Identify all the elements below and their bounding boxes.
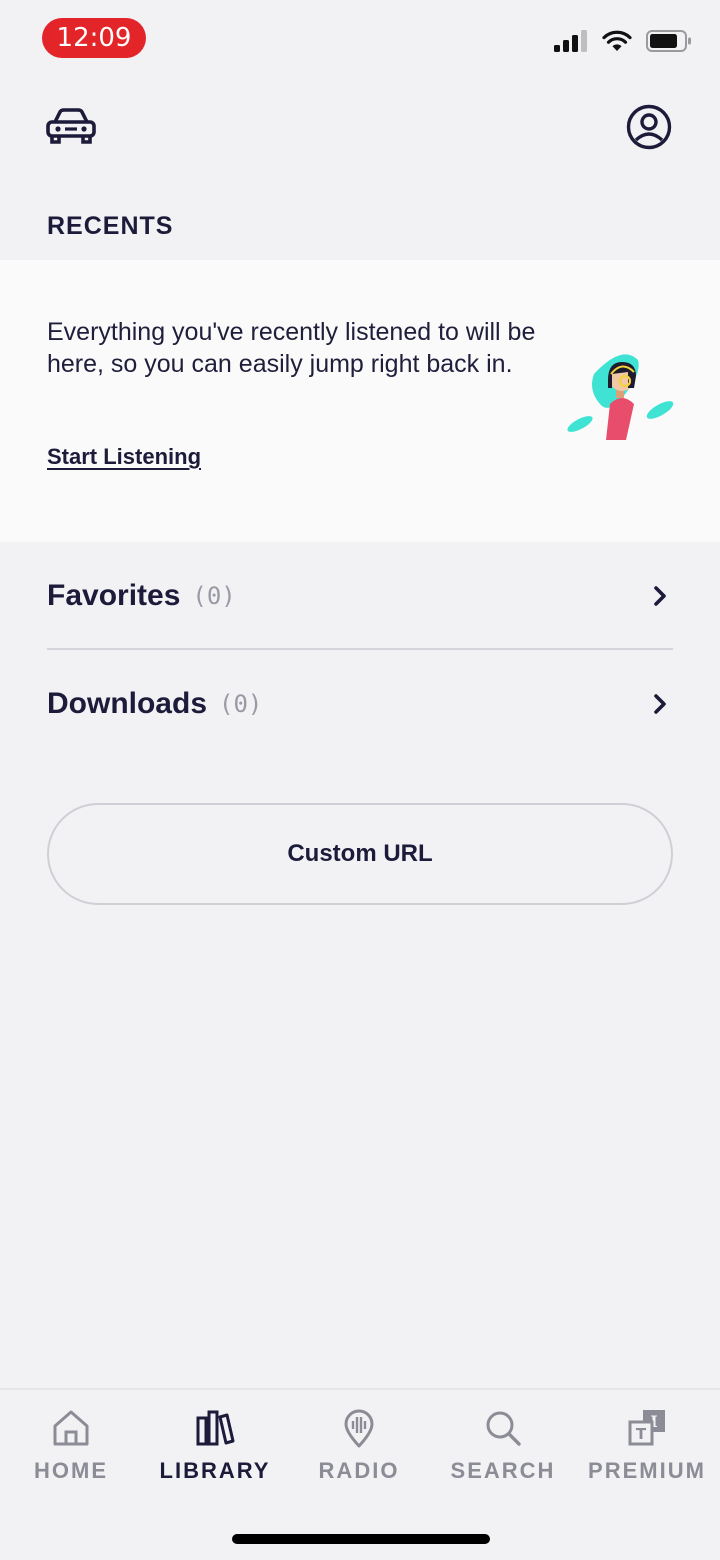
status-icons (554, 30, 692, 52)
recents-card: Everything you've recently listened to w… (0, 260, 720, 542)
listener-illustration (567, 354, 674, 440)
library-screen: 12:09 RECENTS Everything you've recently… (0, 0, 720, 1560)
status-time[interactable]: 12:09 (42, 18, 146, 58)
start-listening-link[interactable]: Start Listening (47, 444, 201, 470)
recents-heading: RECENTS (47, 212, 174, 240)
profile-icon (626, 104, 672, 150)
tab-radio-label: RADIO (318, 1458, 400, 1483)
chevron-right-icon (654, 586, 666, 606)
chevron-right-icon (654, 694, 666, 714)
downloads-row[interactable]: Downloads (0) (47, 650, 673, 758)
tab-library[interactable]: LIBRARY (145, 1408, 285, 1488)
tab-home[interactable]: HOME (1, 1408, 141, 1488)
tab-library-label: LIBRARY (159, 1458, 271, 1483)
battery-icon (646, 30, 691, 52)
favorites-label: Favorites (47, 579, 181, 612)
downloads-label: Downloads (47, 687, 208, 720)
recents-empty-message: Everything you've recently listened to w… (47, 318, 536, 378)
cellular-signal-icon (554, 30, 587, 52)
car-mode-button[interactable] (44, 104, 98, 148)
car-icon (46, 108, 96, 144)
downloads-count: (0) (219, 690, 263, 718)
status-bar: 12:09 (0, 0, 720, 80)
tab-search-label: SEARCH (450, 1458, 556, 1483)
tab-premium-label: PREMIUM (588, 1458, 706, 1483)
search-icon (486, 1411, 521, 1446)
favorites-count: (0) (192, 582, 236, 610)
profile-button[interactable] (626, 104, 672, 150)
wifi-icon (602, 30, 632, 51)
favorites-row[interactable]: Favorites (0) (47, 542, 673, 650)
home-icon (53, 1410, 89, 1446)
tab-premium[interactable]: I T PREMIUM (577, 1408, 717, 1488)
svg-text:T: T (636, 1425, 647, 1443)
library-icon (196, 1410, 235, 1446)
premium-icon: I T (628, 1410, 665, 1446)
home-indicator (232, 1534, 490, 1544)
radio-icon (344, 1409, 374, 1448)
tab-search[interactable]: SEARCH (433, 1408, 573, 1488)
tab-radio[interactable]: RADIO (289, 1408, 429, 1488)
tab-home-label: HOME (34, 1458, 108, 1483)
custom-url-button[interactable]: Custom URL (47, 803, 673, 905)
